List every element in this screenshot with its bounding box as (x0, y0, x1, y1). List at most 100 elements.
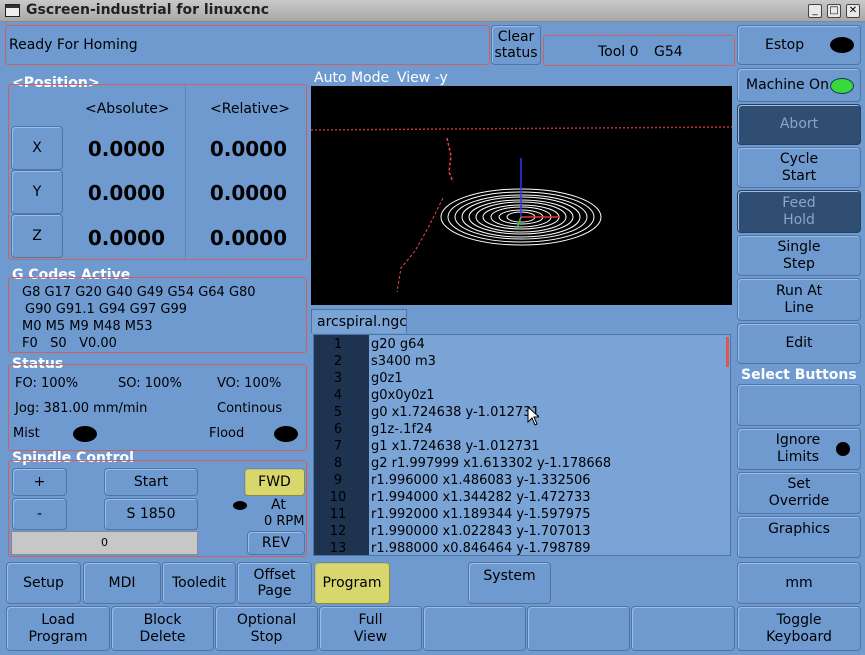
load-program-button[interactable]: Load Program (6, 606, 110, 651)
cycle-start-button[interactable]: Cycle Start (737, 147, 861, 188)
ignore-limits-indicator-icon (836, 442, 850, 456)
single-step-button[interactable]: Single Step (737, 235, 861, 276)
absolute-header: <Absolute> (85, 101, 170, 117)
tab-system[interactable]: System (468, 562, 551, 604)
spindle-fwd-label: FWD (258, 473, 291, 490)
gcode-line-text: r1.996000 x1.486083 y-1.332506 (371, 473, 591, 488)
status-message: Ready For Homing (9, 37, 138, 53)
edit-label: Edit (785, 335, 813, 351)
gcode-line-text: g0 x1.724638 y-1.012731 (371, 405, 540, 420)
title-bar: Gscreen-industrial for linuxcnc _ □ ✕ (0, 0, 865, 22)
status-message-box: Ready For Homing (5, 25, 490, 65)
spindle-increase-label: + (33, 473, 46, 490)
close-icon[interactable]: ✕ (846, 4, 860, 18)
spindle-at-label: At (271, 497, 286, 513)
optional-stop-button[interactable]: Optional Stop (215, 606, 318, 651)
edit-button[interactable]: Edit (737, 323, 861, 364)
feed-hold-button[interactable]: Feed Hold (737, 190, 861, 233)
mouse-cursor-icon (527, 406, 539, 426)
spindle-decrease-label: - (36, 505, 43, 522)
coord-system-label: G54 (654, 44, 683, 60)
graphics-label: Graphics (768, 521, 830, 537)
program-file-name: arcspiral.ngc (317, 314, 407, 330)
spindle-start-button[interactable]: Start (104, 468, 198, 496)
ignore-limits-button[interactable]: Ignore Limits (737, 428, 861, 470)
z-absolute-value: 0.0000 (87, 226, 165, 250)
bottom-blank-button-3[interactable] (631, 606, 735, 651)
feed-hold-label: Feed Hold (782, 194, 816, 228)
window-app-icon (5, 4, 20, 17)
spindle-fwd-button[interactable]: FWD (244, 468, 305, 496)
spindle-at-speed-indicator-icon (233, 501, 247, 510)
velocity-override-value: VO: 100% (217, 376, 282, 391)
gcodes-line-1: G8 G17 G20 G40 G49 G54 G64 G80 (22, 285, 256, 300)
spindle-rpm-value: 0 RPM (264, 514, 305, 529)
gcodes-line-2: G90 G91.1 G94 G97 G99 (25, 302, 188, 317)
full-view-button[interactable]: Full View (319, 606, 422, 651)
gcode-line-number: 4 (333, 388, 343, 403)
tab-system-label: System (483, 568, 536, 584)
select-blank-button[interactable] (737, 384, 861, 426)
y-absolute-value: 0.0000 (87, 181, 165, 205)
toggle-keyboard-label: Toggle Keyboard (766, 611, 832, 645)
graphics-button[interactable]: Graphics (737, 516, 861, 558)
clear-status-button[interactable]: Clear status (491, 25, 541, 65)
x-absolute-value: 0.0000 (87, 137, 165, 161)
flood-label: Flood (209, 426, 245, 441)
gcode-line-number: 1 (333, 337, 343, 352)
gcode-line-text: r1.992000 x1.189344 y-1.597975 (371, 507, 591, 522)
block-delete-button[interactable]: Block Delete (111, 606, 214, 651)
bottom-blank-button-2[interactable] (527, 606, 630, 651)
gcode-listing[interactable]: 1 g20 g64 2 s3400 m3 3 g0z1 4 g0x0y0z1 5 g0 x1.72… (313, 334, 731, 556)
maximize-icon[interactable]: □ (827, 4, 841, 18)
gcode-line-text: g20 g64 (371, 337, 425, 352)
spindle-panel: + - Start S 1850 FWD At 0 RPM REV 0 (8, 460, 307, 557)
spindle-rev-button[interactable]: REV (247, 531, 305, 555)
estop-label: Estop (765, 36, 805, 53)
full-view-label: Full View (353, 611, 388, 645)
spindle-override-value: SO: 100% (118, 376, 182, 391)
abort-button[interactable]: Abort (737, 104, 861, 145)
gcode-line-text: g1z-.1f24 (371, 422, 433, 437)
estop-button[interactable]: Estop (737, 25, 861, 65)
toolpath-graphic (310, 126, 733, 293)
spindle-rev-label: REV (261, 534, 291, 551)
spindle-speed-button[interactable]: S 1850 (104, 498, 198, 530)
machine-on-button[interactable]: Machine On (737, 68, 861, 102)
tab-tooledit-label: Tooledit (171, 574, 227, 591)
tab-program-file[interactable]: arcspiral.ngc (311, 309, 407, 333)
run-at-line-label: Run At Line (775, 282, 823, 316)
y-relative-value: 0.0000 (209, 181, 287, 205)
ignore-limits-label: Ignore Limits (775, 432, 821, 465)
set-override-button[interactable]: Set Override (737, 472, 861, 514)
abort-label: Abort (779, 116, 819, 132)
gcode-scrollbar[interactable] (726, 337, 729, 367)
tab-mdi[interactable]: MDI (83, 562, 161, 604)
units-mm-button[interactable]: mm (737, 562, 861, 604)
z-relative-value: 0.0000 (209, 226, 287, 250)
toolpath-preview[interactable] (310, 86, 733, 305)
spindle-speed-label: S 1850 (126, 505, 176, 522)
gcode-line-text: g2 r1.997999 x1.613302 y-1.178668 (371, 456, 612, 471)
run-at-line-button[interactable]: Run At Line (737, 278, 861, 321)
cycle-start-label: Cycle Start (779, 150, 819, 184)
spindle-decrease-button[interactable]: - (12, 498, 67, 530)
status-panel: FO: 100% SO: 100% VO: 100% Jog: 381.00 m… (8, 364, 307, 451)
gcode-line-number: 12 (329, 524, 347, 539)
tab-offset-page[interactable]: Offset Page (237, 562, 312, 604)
gcode-line-text: g0z1 (371, 371, 403, 386)
x-relative-value: 0.0000 (209, 137, 287, 161)
tab-setup[interactable]: Setup (6, 562, 81, 604)
gcode-line-number: 7 (333, 439, 343, 454)
minimize-icon[interactable]: _ (808, 4, 822, 18)
jog-rate-value: Jog: 381.00 mm/min (15, 401, 148, 416)
single-step-label: Single Step (777, 238, 821, 272)
toggle-keyboard-button[interactable]: Toggle Keyboard (737, 606, 861, 651)
tab-program[interactable]: Program (314, 562, 390, 604)
window-title: Gscreen-industrial for linuxcnc (26, 2, 270, 18)
tab-tooledit[interactable]: Tooledit (162, 562, 236, 604)
spindle-increase-button[interactable]: + (12, 468, 67, 496)
bottom-blank-button-1[interactable] (423, 606, 526, 651)
load-program-label: Load Program (28, 611, 88, 645)
mist-indicator-icon (73, 426, 97, 442)
